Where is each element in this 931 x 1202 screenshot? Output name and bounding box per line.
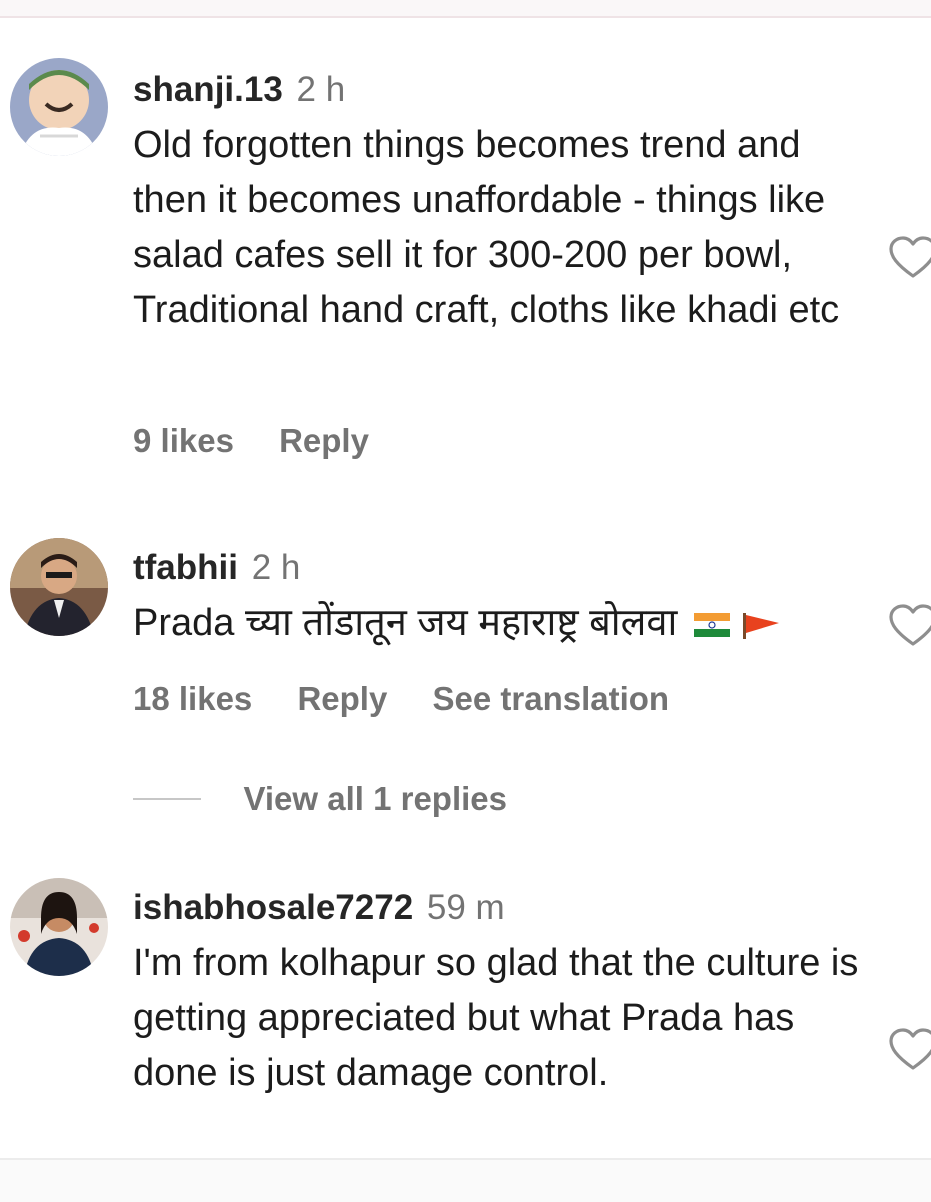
username[interactable]: tfabhii: [133, 548, 238, 587]
view-replies-button[interactable]: View all 1 replies: [133, 780, 507, 824]
reply-button[interactable]: Reply: [297, 680, 387, 717]
avatar[interactable]: [10, 58, 108, 156]
comment-text: I'm from kolhapur so glad that the cultu…: [133, 942, 859, 1094]
comment-text-content: Prada च्या तोंडातून जय महाराष्ट्र बोलवा: [133, 602, 678, 644]
comment-actions: 18 likes Reply See translation: [133, 680, 705, 718]
india-flag-icon: [693, 612, 730, 637]
comment-actions: 9 likes Reply: [133, 422, 405, 460]
timestamp: 2 h: [296, 70, 346, 109]
top-divider: [0, 0, 931, 18]
see-translation-button[interactable]: See translation: [433, 680, 670, 717]
heart-outline-icon[interactable]: [888, 236, 931, 280]
avatar[interactable]: [10, 878, 108, 976]
bottom-divider: [0, 1158, 931, 1202]
timestamp: 2 h: [251, 548, 301, 587]
reply-button[interactable]: Reply: [279, 422, 369, 459]
comment-header: tfabhii 2 h: [133, 546, 878, 590]
view-replies-line: [133, 798, 201, 800]
saffron-flag-icon: [742, 612, 779, 639]
likes-count[interactable]: 9 likes: [133, 422, 234, 459]
comment-text: Old forgotten things becomes trend and t…: [133, 124, 840, 331]
heart-outline-icon[interactable]: [888, 1028, 931, 1072]
comment-text: Prada च्या तोंडातून जय महाराष्ट्र बोलवा: [133, 596, 878, 651]
heart-outline-icon[interactable]: [888, 604, 931, 648]
comment-header: ishabhosale7272 59 m: [133, 886, 878, 930]
username[interactable]: ishabhosale7272: [133, 888, 413, 927]
username[interactable]: shanji.13: [133, 70, 283, 109]
likes-count[interactable]: 18 likes: [133, 680, 252, 717]
comment-header: shanji.13 2 h: [133, 68, 878, 112]
timestamp: 59 m: [426, 888, 505, 927]
avatar[interactable]: [10, 538, 108, 636]
view-replies-label: View all 1 replies: [243, 780, 508, 817]
